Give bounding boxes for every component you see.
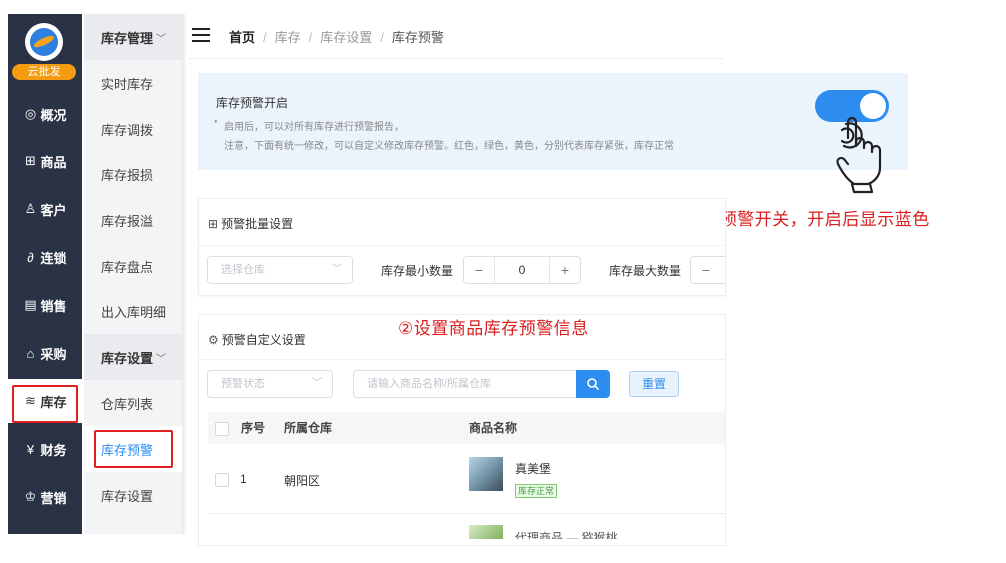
panel-title: ⊞ 预警批量设置 bbox=[208, 217, 294, 231]
nav-label: 销售 bbox=[40, 298, 67, 314]
panel-divider bbox=[199, 245, 725, 246]
nav-item-chain[interactable]: ∂ 连锁 bbox=[8, 235, 82, 279]
grid-icon: ⊞ bbox=[208, 217, 219, 231]
info-bullet: 注意，下面有统一修改，可以自定义修改库存预警。红色，绿色，黄色，分别代表库存紧张… bbox=[224, 137, 724, 152]
subnav-item-stock-transfer[interactable]: 库存调拨 bbox=[84, 106, 184, 152]
nav-item-overview[interactable]: ◎ 概况 bbox=[8, 92, 82, 136]
subnav-item-stock-settings[interactable]: 库存设置 bbox=[84, 472, 184, 518]
breadcrumb-inventory[interactable]: 库存 bbox=[275, 30, 301, 45]
row-product-name: 代理商品 — 猕猴桃 bbox=[515, 531, 618, 539]
yen-icon: ¥ bbox=[26, 441, 35, 457]
nav-item-marketing[interactable]: ♔ 营销 bbox=[8, 475, 82, 519]
crown-icon: ♔ bbox=[24, 489, 37, 504]
increment-button[interactable]: + bbox=[550, 257, 580, 283]
link-icon: ∂ bbox=[27, 249, 34, 265]
nav-label: 连锁 bbox=[40, 250, 67, 266]
row-checkbox[interactable] bbox=[215, 473, 229, 487]
nav-item-finance[interactable]: ¥ 财务 bbox=[8, 427, 82, 471]
decrement-button[interactable]: − bbox=[691, 257, 721, 283]
document-icon: ▤ bbox=[24, 297, 37, 312]
row-index: 1 bbox=[240, 472, 247, 486]
breadcrumb-inventory-settings[interactable]: 库存设置 bbox=[320, 30, 372, 45]
panel-divider bbox=[199, 359, 725, 360]
stock-alert-switch-panel: 库存预警开启 启用后，可以对所有库存进行预警报告， 注意，下面有统一修改，可以自… bbox=[198, 73, 908, 170]
min-quantity-label: 库存最小数量 bbox=[381, 264, 454, 278]
basket-icon: ⌂ bbox=[26, 345, 35, 361]
row-warehouse: 朝阳区 bbox=[284, 474, 321, 488]
chevron-down-icon: ﹀ bbox=[156, 33, 167, 45]
batch-alert-settings-panel: ⊞ 预警批量设置 选择仓库 ﹀ 库存最小数量 − 0 + 库存最大数量 − bbox=[198, 198, 726, 296]
nav-label: 客户 bbox=[40, 202, 67, 218]
gear-icon: ⚙ bbox=[208, 333, 219, 347]
row-product-name: 真美堡 bbox=[515, 462, 552, 476]
breadcrumb: 首页 / 库存 / 库存设置 / 库存预警 bbox=[229, 30, 444, 45]
chevron-down-icon: ﹀ bbox=[156, 353, 167, 365]
search-input[interactable]: 请输入商品名称/所属仓库 bbox=[353, 370, 577, 398]
pointing-hand-icon bbox=[836, 116, 882, 194]
status-badge: 库存正常 bbox=[515, 484, 558, 498]
warehouse-select[interactable]: 选择仓库 ﹀ bbox=[207, 256, 353, 284]
breadcrumb-home[interactable]: 首页 bbox=[229, 30, 255, 45]
highlight-box-stock-alert bbox=[94, 430, 173, 468]
product-thumbnail bbox=[469, 525, 503, 539]
max-quantity-label: 库存最大数量 bbox=[609, 264, 682, 278]
custom-alert-settings-panel: ⚙ 预警自定义设置 预警状态 ﹀ 请输入商品名称/所属仓库 重置 序号 所属仓库 … bbox=[198, 314, 726, 546]
chevron-down-icon: ﹀ bbox=[332, 264, 342, 275]
header-divider bbox=[188, 58, 724, 59]
main-sidebar: 云批发 ◎ 概况 ⊞ 商品 ♙ 客户 ∂ 连锁 ▤ 销售 ⌂ 采购 ≋ 库存 ¥… bbox=[8, 14, 82, 534]
subnav-group-inventory-settings[interactable]: 库存设置 ﹀ bbox=[84, 334, 184, 380]
column-header-warehouse: 所属仓库 bbox=[284, 421, 333, 435]
row-divider bbox=[208, 513, 725, 514]
nav-item-purchase[interactable]: ⌂ 采购 bbox=[8, 331, 82, 375]
brand-badge: 云批发 bbox=[12, 64, 76, 80]
product-thumbnail bbox=[469, 457, 503, 491]
subnav-item-realtime-stock[interactable]: 实时库存 bbox=[84, 60, 184, 106]
app-logo bbox=[25, 23, 63, 61]
nav-label: 采购 bbox=[40, 346, 67, 362]
info-bullet: 启用后，可以对所有库存进行预警报告， bbox=[214, 118, 404, 133]
min-quantity-stepper[interactable]: − 0 + bbox=[463, 256, 581, 284]
panel-title: ⚙ 预警自定义设置 bbox=[208, 333, 306, 347]
alert-status-select[interactable]: 预警状态 ﹀ bbox=[207, 370, 333, 398]
chevron-down-icon: ﹀ bbox=[312, 378, 322, 389]
annotation-step-2: ②设置商品库存预警信息 bbox=[398, 319, 589, 338]
menu-toggle-icon[interactable] bbox=[192, 28, 210, 42]
subnav-item-in-out-detail[interactable]: 出入库明细 bbox=[84, 288, 184, 334]
sidebar-divider bbox=[182, 14, 187, 534]
column-header-index: 序号 bbox=[241, 421, 266, 435]
nav-label: 商品 bbox=[40, 154, 67, 170]
nav-label: 财务 bbox=[40, 442, 67, 458]
decrement-button[interactable]: − bbox=[464, 257, 494, 283]
nav-item-sales[interactable]: ▤ 销售 bbox=[8, 283, 82, 327]
search-icon bbox=[587, 378, 599, 390]
min-quantity-value[interactable]: 0 bbox=[494, 257, 550, 283]
user-icon: ♙ bbox=[24, 201, 37, 216]
dashboard-icon: ◎ bbox=[24, 106, 37, 121]
panel-title: 库存预警开启 bbox=[216, 96, 289, 110]
nav-label: 营销 bbox=[40, 490, 67, 506]
subnav-item-warehouse-list[interactable]: 仓库列表 bbox=[84, 380, 184, 426]
table-header: 序号 所属仓库 商品名称 bbox=[208, 412, 725, 444]
subnav-group-inventory-management[interactable]: 库存管理 ﹀ bbox=[84, 14, 184, 60]
subnav-item-stock-overflow[interactable]: 库存报溢 bbox=[84, 197, 184, 243]
column-header-product: 商品名称 bbox=[469, 421, 518, 435]
subnav-item-stock-count[interactable]: 库存盘点 bbox=[84, 243, 184, 289]
search-button[interactable] bbox=[576, 370, 610, 398]
max-quantity-stepper[interactable]: − bbox=[690, 256, 725, 284]
nav-label: 概况 bbox=[40, 107, 67, 123]
select-all-checkbox[interactable] bbox=[215, 422, 229, 436]
subnav-item-stock-loss[interactable]: 库存报损 bbox=[84, 151, 184, 197]
nav-item-products[interactable]: ⊞ 商品 bbox=[8, 139, 82, 183]
breadcrumb-current: 库存预警 bbox=[391, 30, 444, 45]
grid-icon: ⊞ bbox=[25, 153, 36, 168]
reset-button[interactable]: 重置 bbox=[629, 371, 679, 397]
nav-item-customers[interactable]: ♙ 客户 bbox=[8, 187, 82, 231]
highlight-box-inventory bbox=[12, 385, 78, 423]
